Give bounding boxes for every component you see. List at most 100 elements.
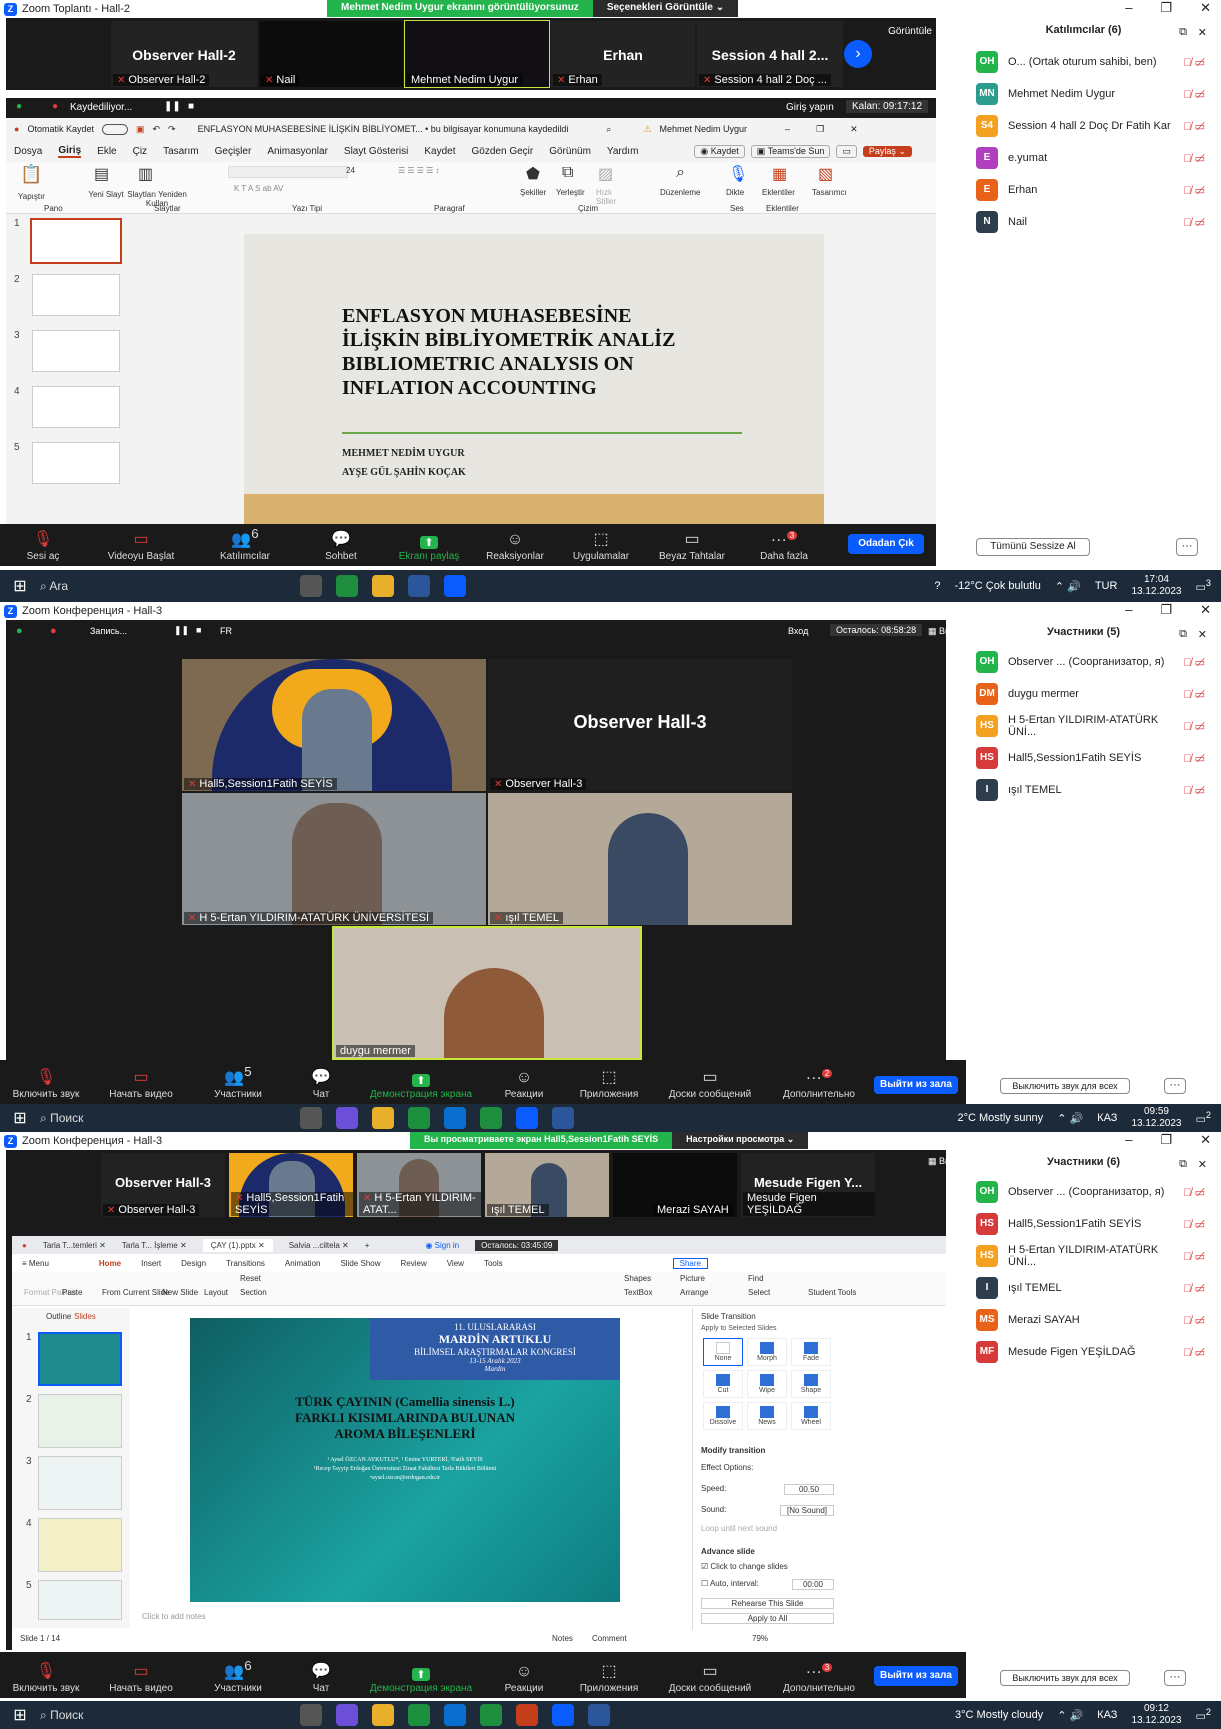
toolbar-mic-off-button[interactable]: 🎙 Sesi aç [0,529,86,566]
task-view-icon[interactable] [300,1107,322,1129]
weather-widget[interactable]: 2°C Mostly sunny [957,1112,1043,1124]
tray-icons[interactable]: ⌃ 🔊 [1057,1709,1083,1722]
tab-yardim[interactable]: Yardım [607,146,639,157]
tab-ekle[interactable]: Ekle [97,146,116,157]
next-page-arrow-icon[interactable]: › [844,40,872,68]
share-button[interactable]: Share [672,1257,708,1269]
zoom-icon[interactable] [444,575,466,597]
tab-dosya[interactable]: Dosya [14,146,42,157]
participant-row[interactable]: S4 Session 4 hall 2 Doç Dr Fatih Kar 🎙̸ ▭̸ [946,110,1221,142]
shapes-label[interactable]: Şekiller [520,188,546,197]
slide-thumbnail[interactable] [38,1456,122,1510]
notification-icon[interactable]: ▭2 [1196,1707,1212,1723]
tab-giris[interactable]: Giriş [58,145,82,158]
tab-ciz[interactable]: Çiz [133,146,147,157]
stop-recording-icon[interactable]: ■ [196,625,201,635]
tab-slide-show[interactable]: Slide Show [340,1259,380,1268]
maximize-icon[interactable]: ❐ [1160,602,1172,618]
maximize-icon[interactable]: ❐ [1160,1132,1172,1148]
more-options-icon[interactable]: ··· [1164,1670,1186,1686]
windows-start-icon[interactable]: ⊞ [0,1705,40,1725]
toolbar-more-button[interactable]: ··· 2 Дополнительно [764,1068,874,1104]
app-icon[interactable] [336,1704,358,1726]
video-tile[interactable]: Erhan ✕ Erhan [550,20,696,88]
login-link[interactable]: Вход [788,626,808,636]
notification-icon[interactable]: ▭2 [1196,1110,1212,1126]
transition-option[interactable]: None [703,1338,743,1366]
more-options-icon[interactable]: ··· [1164,1078,1186,1094]
sign-in-button[interactable]: ◉ Sign in [425,1241,459,1250]
toolbar-share-screen-button[interactable]: ⬆ Демонстрация экрана [356,1668,486,1698]
teams-present-button[interactable]: ▣ Teams'de Sun [750,144,831,158]
video-tile[interactable]: Observer Hall-2 ✕ Observer Hall-2 [110,20,258,88]
tab-insert[interactable]: Insert [141,1259,161,1268]
word-icon[interactable] [552,1107,574,1129]
weather-widget[interactable]: -12°C Çok bulutlu [955,580,1041,592]
mail-icon[interactable] [444,1704,466,1726]
new-slide-label[interactable]: Yeni Slayt [86,190,126,199]
toolbar-more-button[interactable]: ··· 3 Daha fazla [742,530,826,566]
video-tile[interactable]: ışıl TEMEL [484,1152,610,1218]
close-icon[interactable]: ✕ [850,124,858,135]
file-explorer-icon[interactable] [372,575,394,597]
leave-button[interactable]: Выйти из зала [874,1076,958,1094]
participant-row[interactable]: MN Mehmet Nedim Uygur 🎙̸ ▭̸ [946,78,1221,110]
toolbar-whiteboard-button[interactable]: ▭ Доски сообщений [656,1067,764,1104]
toolbar-participants-button[interactable]: 👥6 Katılımcılar [196,526,294,566]
popout-icon[interactable]: ⧉ [1179,628,1187,641]
slide-canvas[interactable]: 11. ULUSLARARASI MARDİN ARTUKLU BİLİMSEL… [190,1318,620,1602]
video-tile[interactable]: Mesude Figen Y... Mesude Figen YEŞİLDAĞ [740,1152,876,1218]
editing-label[interactable]: Düzenleme [660,188,700,197]
tab-transitions[interactable]: Transitions [226,1259,265,1268]
reset-button[interactable]: Reset [240,1274,261,1283]
toolbar-apps-button[interactable]: ⬚ Приложения [562,1067,656,1104]
word-icon[interactable] [408,575,430,597]
wps-home-icon[interactable]: ● [22,1241,27,1250]
transition-option[interactable]: Dissolve [703,1402,743,1430]
restore-icon[interactable]: ❐ [816,124,824,135]
mute-all-button[interactable]: Tümünü Sessize Al [976,538,1090,556]
toolbar-video-off-button[interactable]: ▭ Начать видео [92,1067,190,1104]
task-view-icon[interactable] [300,575,322,597]
toolbar-participants-button[interactable]: 👥5 Участники [190,1064,286,1104]
toolbar-whiteboard-button[interactable]: ▭ Доски сообщений [656,1661,764,1698]
tab-review[interactable]: Review [401,1259,427,1268]
toolbar-apps-button[interactable]: ⬚ Uygulamalar [560,529,642,566]
help-icon[interactable]: ? [934,580,940,592]
new-tab-icon[interactable]: + [365,1241,370,1250]
toolbar-reactions-button[interactable]: ☺ Реакции [486,1069,562,1104]
participant-row[interactable]: OH Observer ... (Соорганизатор, я) 🎙̸ ▭̸ [946,1176,1221,1208]
mute-all-button[interactable]: Выключить звук для всех [1000,1078,1130,1094]
toolbar-apps-button[interactable]: ⬚ Приложения [562,1661,656,1698]
tab-gecisler[interactable]: Geçişler [215,146,252,157]
auto-interval-row[interactable]: ☐ Auto, interval: 00:00 [693,1575,842,1594]
transition-option[interactable]: News [747,1402,787,1430]
participant-row[interactable]: DM duygu mermer 🎙̸ ▭̸ [946,678,1221,710]
paragraph-buttons[interactable]: ☰ ☰ ☰ ☰ ↕ [398,166,440,175]
participant-row[interactable]: Iışıl TEMEL 🎙̸ ▭̸ [946,774,1221,806]
file-explorer-icon[interactable] [372,1704,394,1726]
mic-video-status-icon[interactable]: 🎙̸ ▭̸ [1183,120,1205,133]
transition-option[interactable]: Cut [703,1370,743,1398]
participant-row[interactable]: HS H 5-Ertan YILDIRIM-ATATÜRK ÜNİ... 🎙̸ ▭̸ [946,1240,1221,1272]
video-tile[interactable]: ✕ Hall5,Session1Fatih SEYİS [228,1152,354,1218]
participant-row[interactable]: Iışıl TEMEL 🎙̸ ▭̸ [946,1272,1221,1304]
pause-recording-icon[interactable]: ❚❚ [174,625,189,636]
mic-video-status-icon[interactable]: 🎙̸ ▭̸ [1183,1186,1205,1199]
slide-thumbnail[interactable] [32,442,120,484]
paste-button[interactable]: Paste [62,1288,82,1297]
tab-gorunum[interactable]: Görünüm [549,146,591,157]
mic-video-status-icon[interactable]: 🎙̸ ▭̸ [1183,1218,1205,1231]
arrange-label[interactable]: Yerleştir [556,188,585,197]
doc-tab-active[interactable]: ÇAY (1).pptx ✕ [202,1238,273,1252]
chrome-icon[interactable] [336,575,358,597]
tab-tasarim[interactable]: Tasarım [163,146,199,157]
dictate-mic-icon[interactable]: 🎙 [728,164,748,184]
participant-row[interactable]: Ee.yumat 🎙̸ ▭̸ [946,142,1221,174]
comment-icon[interactable]: ▭ [836,144,857,158]
notes-button[interactable]: Notes [552,1634,573,1643]
close-icon[interactable]: ✕ [1200,602,1211,618]
textbox-button[interactable]: TextBox [624,1288,652,1297]
chrome-icon[interactable] [480,1107,502,1129]
document-title[interactable]: ENFLASYON MUHASEBESİNE İLİŞKİN BİBLİYOME… [198,124,569,134]
